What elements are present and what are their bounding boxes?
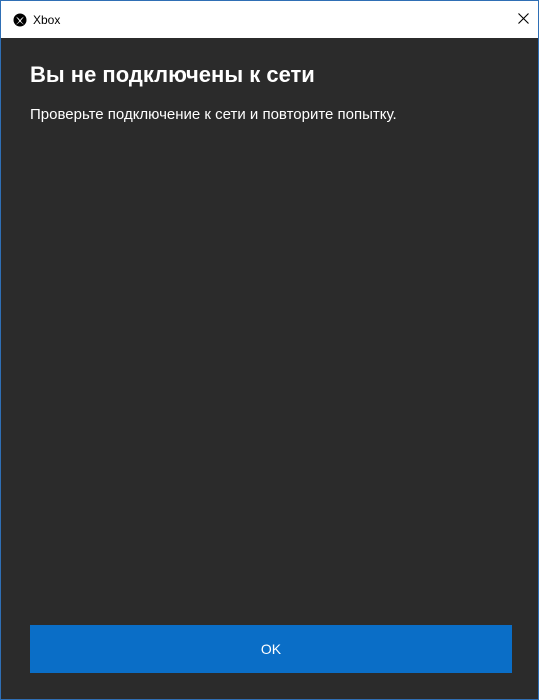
xbox-icon	[13, 13, 27, 27]
title-bar[interactable]: Xbox	[1, 1, 538, 38]
dialog-heading: Вы не подключены к сети	[30, 62, 315, 87]
close-button[interactable]	[508, 1, 538, 38]
close-icon	[517, 11, 529, 29]
ok-button[interactable]: OK	[30, 625, 512, 673]
dialog-message: Проверьте подключение к сети и повторите…	[30, 106, 397, 123]
dialog-content: Вы не подключены к сети Проверьте подклю…	[1, 38, 538, 699]
window-title: Xbox	[33, 12, 61, 27]
app-window: Xbox Вы не подключены к сети Проверьте п…	[0, 0, 539, 700]
